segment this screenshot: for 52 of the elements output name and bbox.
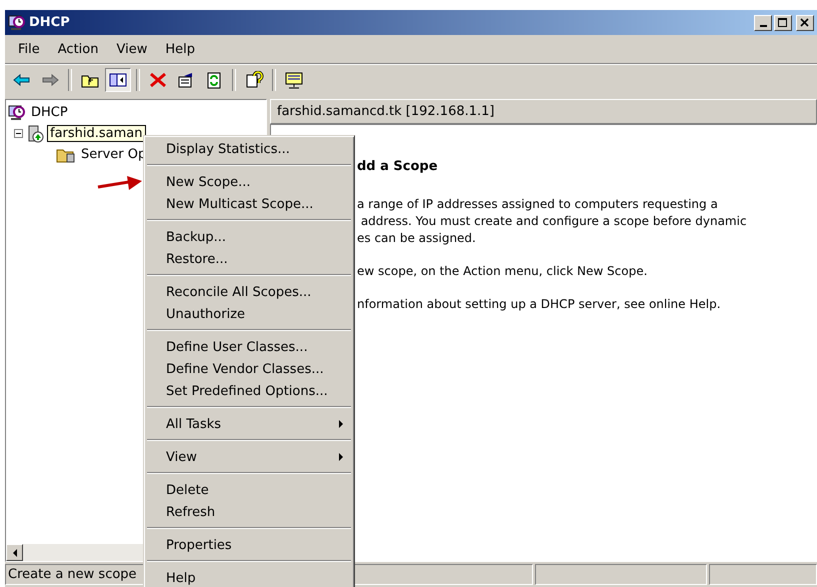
minimize-button[interactable]: [754, 14, 772, 30]
context-menu-item[interactable]: Define Vendor Classes...: [144, 358, 354, 380]
context-menu-item[interactable]: All Tasks: [144, 413, 354, 435]
pointer-arrow: [97, 176, 143, 192]
tree-item[interactable]: farshid.saman: [47, 125, 146, 142]
right-arrow-icon: [40, 71, 60, 89]
context-menu-item[interactable]: Set Predefined Options...: [144, 380, 354, 402]
context-menu-item[interactable]: Backup...: [144, 226, 354, 248]
minimize-icon: [760, 24, 766, 26]
pane-toggle-icon: [108, 71, 128, 89]
context-menu-item[interactable]: Reconcile All Scopes...: [144, 281, 354, 303]
close-button[interactable]: [796, 14, 814, 30]
menu-item[interactable]: File: [9, 42, 49, 56]
server-icon: [26, 124, 44, 142]
show-tree-button[interactable]: [105, 68, 131, 92]
description-text: ew scope, on the Action menu, click New Scope.: [357, 263, 648, 280]
delete-icon: [148, 71, 168, 89]
context-menu-item[interactable]: Refresh: [144, 501, 354, 523]
menu-item[interactable]: Help: [156, 42, 204, 56]
context-menu-item[interactable]: Properties: [144, 534, 354, 556]
collapse-icon[interactable]: [14, 129, 23, 138]
context-menu-item[interactable]: Delete: [144, 479, 354, 501]
submenu-arrow-icon: [339, 453, 344, 461]
context-menu-item[interactable]: New Scope...: [144, 171, 354, 193]
context-menu-item[interactable]: Define User Classes...: [144, 336, 354, 358]
close-icon: [800, 18, 810, 28]
context-menu-item[interactable]: Unauthorize: [144, 303, 354, 325]
maximize-button[interactable]: [774, 14, 792, 30]
help-icon: [244, 71, 264, 89]
context-menu-item[interactable]: View: [144, 446, 354, 468]
description-text: a range of IP addresses assigned to computers requesting a: [357, 196, 719, 213]
folder-icon: [56, 146, 76, 162]
clock-monitor-icon: [8, 14, 26, 30]
monitor-icon: [284, 71, 304, 89]
caret-left-icon: [12, 548, 18, 556]
context-menu-item[interactable]: New Multicast Scope...: [144, 193, 354, 215]
section-heading: dd a Scope: [357, 159, 439, 174]
dhcp-console-icon: [8, 104, 26, 120]
description-text: es can be assigned.: [357, 230, 477, 247]
left-arrow-icon: [12, 71, 32, 89]
description-text: nformation about setting up a DHCP server, see online Help.: [357, 296, 722, 313]
window-title: DHCP: [29, 15, 70, 30]
tree-item[interactable]: DHCP: [29, 105, 70, 120]
menu-item[interactable]: Action: [48, 42, 108, 56]
pane-header: farshid.samancd.tk [192.168.1.1]: [270, 99, 817, 124]
maximize-icon: [778, 18, 788, 28]
menu-item[interactable]: View: [107, 42, 156, 56]
context-menu-item[interactable]: Display Statistics...: [144, 138, 354, 160]
description-text: address. You must create and configure a scope before dynamic: [360, 213, 748, 230]
scroll-left-button[interactable]: [6, 544, 23, 561]
submenu-arrow-icon: [339, 420, 344, 428]
context-menu-item[interactable]: Restore...: [144, 248, 354, 270]
